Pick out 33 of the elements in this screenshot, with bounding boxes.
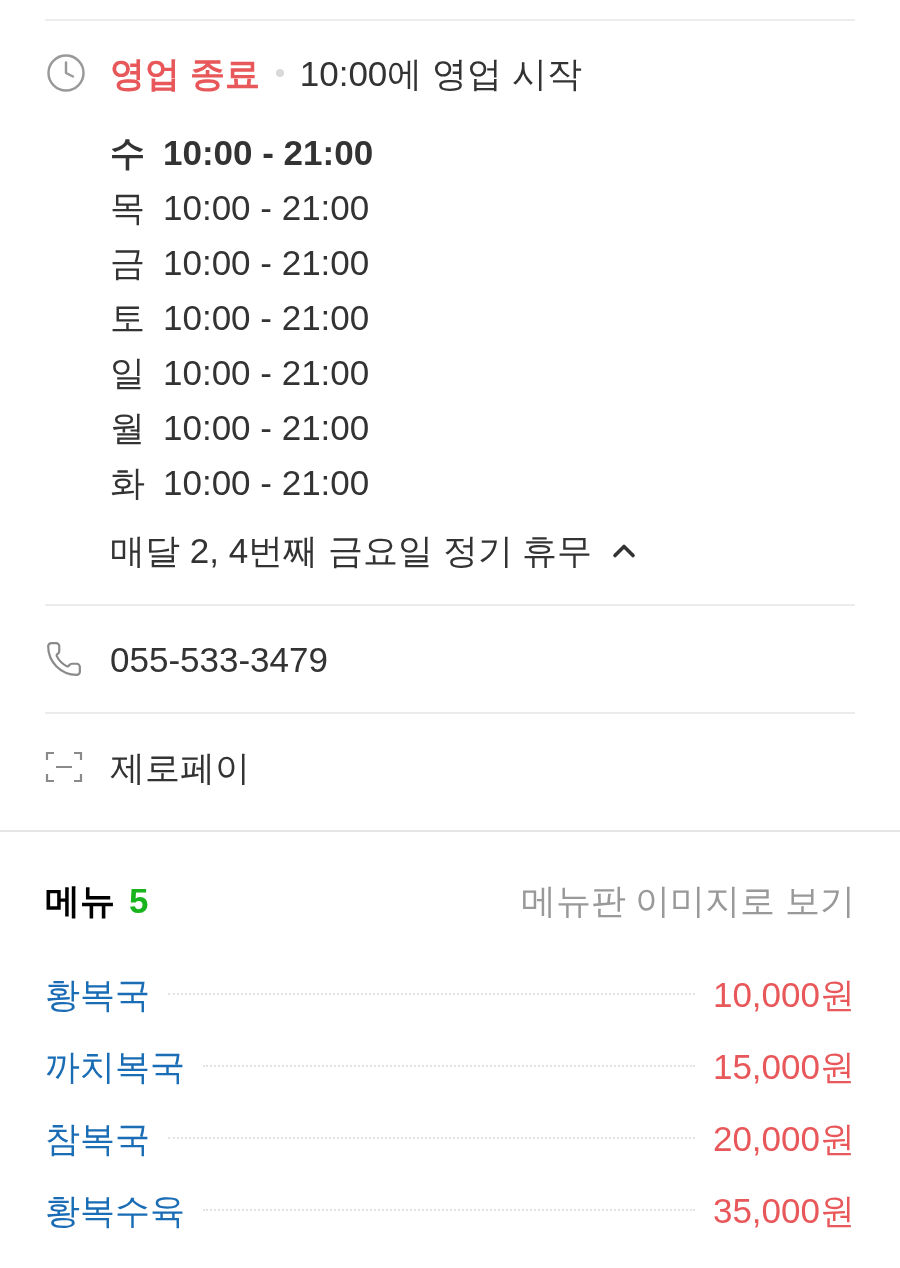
- hours-text: 10:00 - 21:00: [163, 355, 370, 390]
- menu-item-price: 35,000원: [712, 1192, 855, 1228]
- weekday-label: 월: [110, 410, 146, 445]
- menu-image-link[interactable]: 메뉴판 이미지로 보기: [520, 882, 855, 918]
- menu-item-price: 15,000원: [712, 1048, 855, 1084]
- hours-text: 10:00 - 21:00: [163, 135, 374, 170]
- weekday-label: 수: [110, 135, 146, 170]
- weekday-label: 화: [110, 465, 146, 500]
- hours-text: 10:00 - 21:00: [163, 465, 370, 500]
- scan-frame-icon: [45, 751, 83, 783]
- menu-item-name[interactable]: 황복수육: [45, 1192, 185, 1228]
- phone-number: 055-533-3479: [110, 641, 328, 677]
- hours-text: 10:00 - 21:00: [163, 245, 370, 280]
- hours-text: 10:00 - 21:00: [163, 410, 370, 445]
- weekday-label: 목: [110, 190, 146, 225]
- weekday-label: 일: [110, 355, 146, 390]
- menu-title: 메뉴: [45, 882, 115, 918]
- menu-item-name[interactable]: 까치복국: [45, 1048, 185, 1084]
- payment-method: 제로페이: [110, 749, 250, 785]
- menu-item-price: 10,000원: [712, 976, 855, 1012]
- hours-text: 10:00 - 21:00: [163, 190, 370, 225]
- menu-item-name[interactable]: 참복국: [45, 1120, 150, 1156]
- menu-item-price: 20,000원: [712, 1120, 855, 1156]
- weekday-label: 토: [110, 300, 146, 335]
- clock-icon: [45, 52, 87, 94]
- status-label: 영업 종료: [110, 55, 260, 91]
- menu-count: 5: [129, 882, 149, 918]
- opening-time-text: 10:00에 영업 시작: [299, 55, 582, 91]
- menu-item-name[interactable]: 황복국: [45, 976, 150, 1012]
- phone-icon: [45, 640, 83, 678]
- hours-text: 10:00 - 21:00: [163, 300, 370, 335]
- holiday-note: 매달 2, 4번째 금요일 정기 휴무: [110, 533, 593, 568]
- weekday-label: 금: [110, 245, 146, 280]
